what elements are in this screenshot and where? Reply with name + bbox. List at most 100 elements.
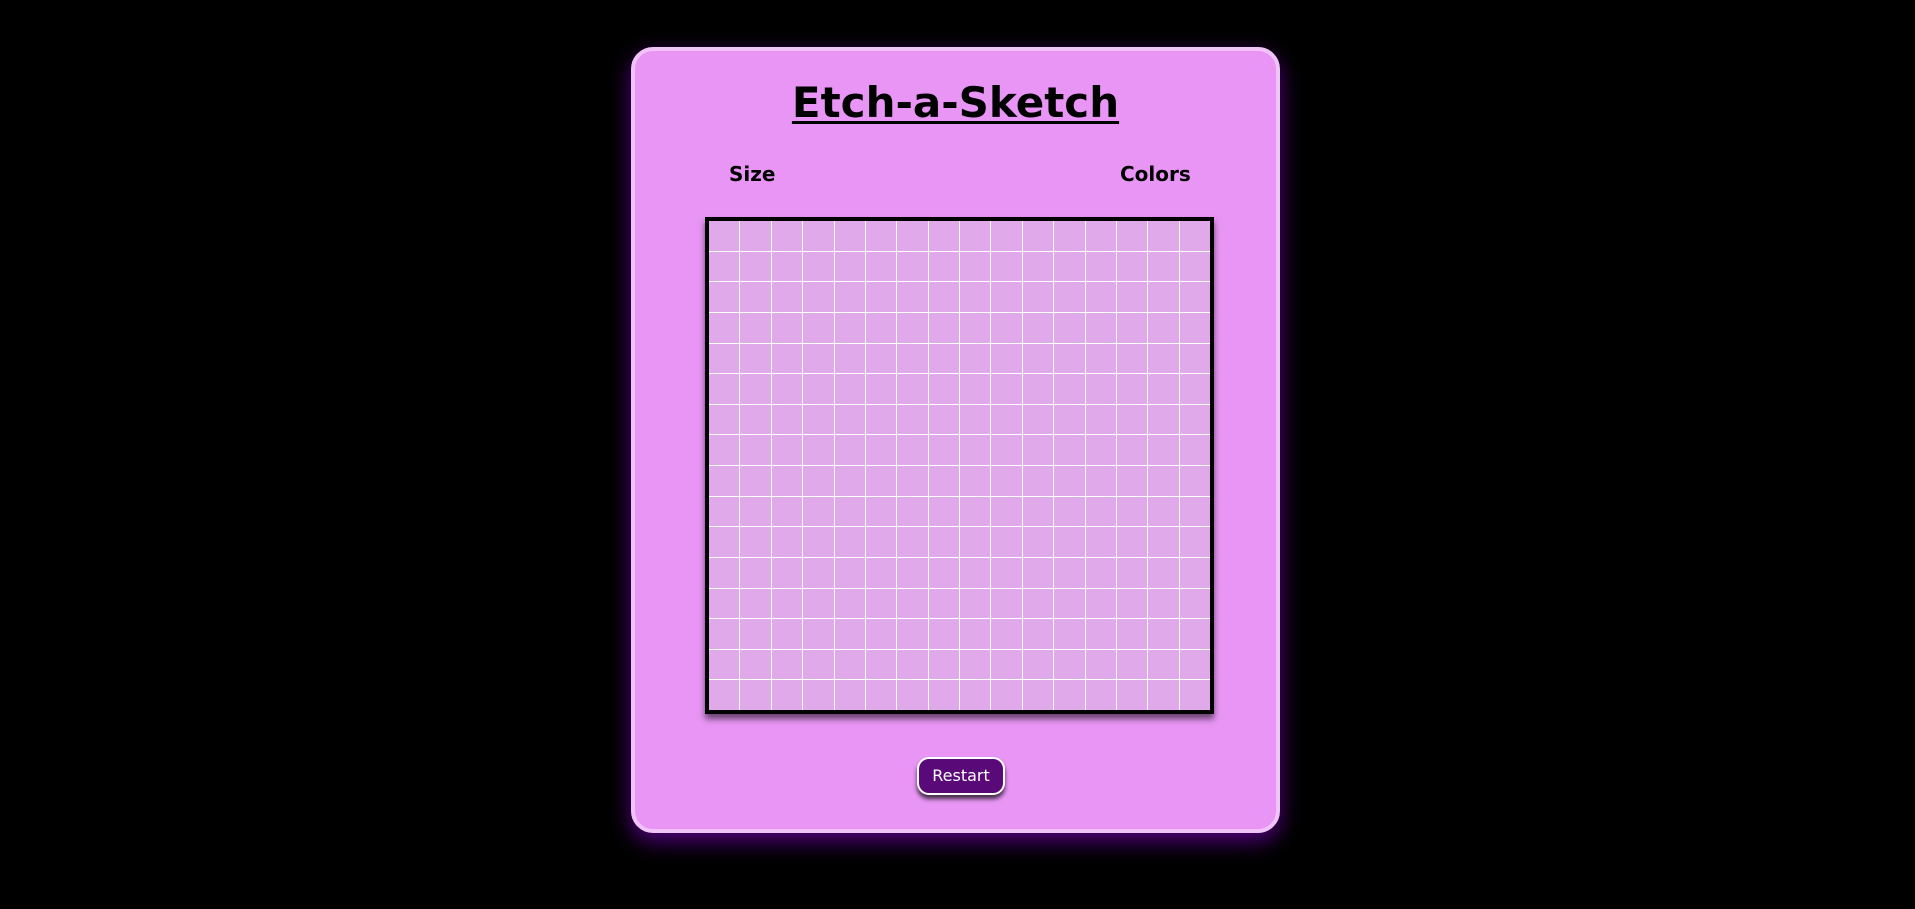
grid-cell[interactable] [865, 619, 897, 649]
grid-cell[interactable] [865, 557, 897, 588]
grid-cell[interactable] [928, 588, 959, 619]
grid-cell[interactable] [1022, 649, 1054, 680]
grid-cell[interactable] [1148, 221, 1179, 251]
grid-cell[interactable] [834, 282, 865, 312]
grid-cell[interactable] [1179, 282, 1210, 312]
grid-cell[interactable] [709, 312, 740, 343]
grid-cell[interactable] [897, 466, 928, 496]
grid-cell[interactable] [865, 588, 897, 619]
grid-cell[interactable] [1054, 496, 1085, 527]
grid-cell[interactable] [740, 557, 771, 588]
grid-cell[interactable] [1148, 343, 1179, 374]
grid-cell[interactable] [991, 466, 1022, 496]
grid-cell[interactable] [991, 680, 1022, 710]
grid-cell[interactable] [803, 221, 834, 251]
grid-cell[interactable] [960, 404, 991, 435]
grid-cell[interactable] [834, 527, 865, 557]
grid-cell[interactable] [1116, 343, 1148, 374]
grid-cell[interactable] [1179, 527, 1210, 557]
grid-cell[interactable] [1085, 557, 1116, 588]
grid-cell[interactable] [1148, 680, 1179, 710]
grid-cell[interactable] [1054, 466, 1085, 496]
grid-cell[interactable] [928, 221, 959, 251]
grid-cell[interactable] [865, 404, 897, 435]
grid-cell[interactable] [740, 588, 771, 619]
grid-cell[interactable] [991, 343, 1022, 374]
grid-cell[interactable] [834, 221, 865, 251]
grid-cell[interactable] [803, 527, 834, 557]
grid-cell[interactable] [1022, 680, 1054, 710]
grid-cell[interactable] [771, 588, 803, 619]
grid-cell[interactable] [771, 282, 803, 312]
grid-cell[interactable] [1022, 527, 1054, 557]
grid-cell[interactable] [1116, 312, 1148, 343]
grid-cell[interactable] [865, 435, 897, 465]
grid-cell[interactable] [1054, 251, 1085, 282]
grid-cell[interactable] [1054, 680, 1085, 710]
grid-cell[interactable] [1148, 588, 1179, 619]
grid-cell[interactable] [1179, 374, 1210, 404]
grid-cell[interactable] [991, 619, 1022, 649]
grid-cell[interactable] [1148, 435, 1179, 465]
grid-cell[interactable] [803, 374, 834, 404]
grid-cell[interactable] [709, 221, 740, 251]
grid-cell[interactable] [865, 496, 897, 527]
grid-cell[interactable] [1116, 649, 1148, 680]
grid-cell[interactable] [740, 619, 771, 649]
grid-cell[interactable] [991, 649, 1022, 680]
grid-cell[interactable] [928, 649, 959, 680]
grid-cell[interactable] [1085, 404, 1116, 435]
grid-cell[interactable] [740, 680, 771, 710]
grid-cell[interactable] [1022, 374, 1054, 404]
grid-cell[interactable] [865, 466, 897, 496]
grid-cell[interactable] [928, 680, 959, 710]
grid-cell[interactable] [803, 466, 834, 496]
grid-cell[interactable] [740, 343, 771, 374]
grid-cell[interactable] [709, 282, 740, 312]
grid-cell[interactable] [1054, 588, 1085, 619]
grid-cell[interactable] [740, 496, 771, 527]
grid-cell[interactable] [960, 221, 991, 251]
grid-cell[interactable] [960, 435, 991, 465]
grid-cell[interactable] [834, 557, 865, 588]
grid-cell[interactable] [709, 343, 740, 374]
grid-cell[interactable] [1022, 588, 1054, 619]
grid-cell[interactable] [1022, 251, 1054, 282]
grid-cell[interactable] [960, 680, 991, 710]
grid-cell[interactable] [928, 343, 959, 374]
grid-cell[interactable] [740, 312, 771, 343]
grid-cell[interactable] [709, 557, 740, 588]
grid-cell[interactable] [928, 435, 959, 465]
grid-cell[interactable] [1116, 374, 1148, 404]
grid-cell[interactable] [771, 312, 803, 343]
grid-cell[interactable] [1054, 557, 1085, 588]
grid-cell[interactable] [740, 282, 771, 312]
grid-cell[interactable] [834, 343, 865, 374]
grid-cell[interactable] [834, 680, 865, 710]
grid-cell[interactable] [991, 496, 1022, 527]
grid-cell[interactable] [960, 619, 991, 649]
grid-cell[interactable] [1148, 496, 1179, 527]
grid-cell[interactable] [960, 496, 991, 527]
grid-cell[interactable] [834, 312, 865, 343]
grid-cell[interactable] [709, 649, 740, 680]
grid-cell[interactable] [803, 680, 834, 710]
grid-cell[interactable] [1054, 221, 1085, 251]
grid-cell[interactable] [1148, 466, 1179, 496]
grid-cell[interactable] [740, 374, 771, 404]
grid-cell[interactable] [991, 404, 1022, 435]
grid-cell[interactable] [803, 649, 834, 680]
grid-cell[interactable] [991, 527, 1022, 557]
grid-cell[interactable] [1179, 221, 1210, 251]
grid-cell[interactable] [834, 619, 865, 649]
grid-cell[interactable] [709, 527, 740, 557]
grid-cell[interactable] [928, 404, 959, 435]
grid-cell[interactable] [1085, 649, 1116, 680]
grid-cell[interactable] [1116, 282, 1148, 312]
grid-cell[interactable] [1179, 649, 1210, 680]
grid-cell[interactable] [865, 649, 897, 680]
grid-cell[interactable] [897, 619, 928, 649]
grid-cell[interactable] [1022, 557, 1054, 588]
grid-cell[interactable] [834, 466, 865, 496]
grid-cell[interactable] [803, 343, 834, 374]
